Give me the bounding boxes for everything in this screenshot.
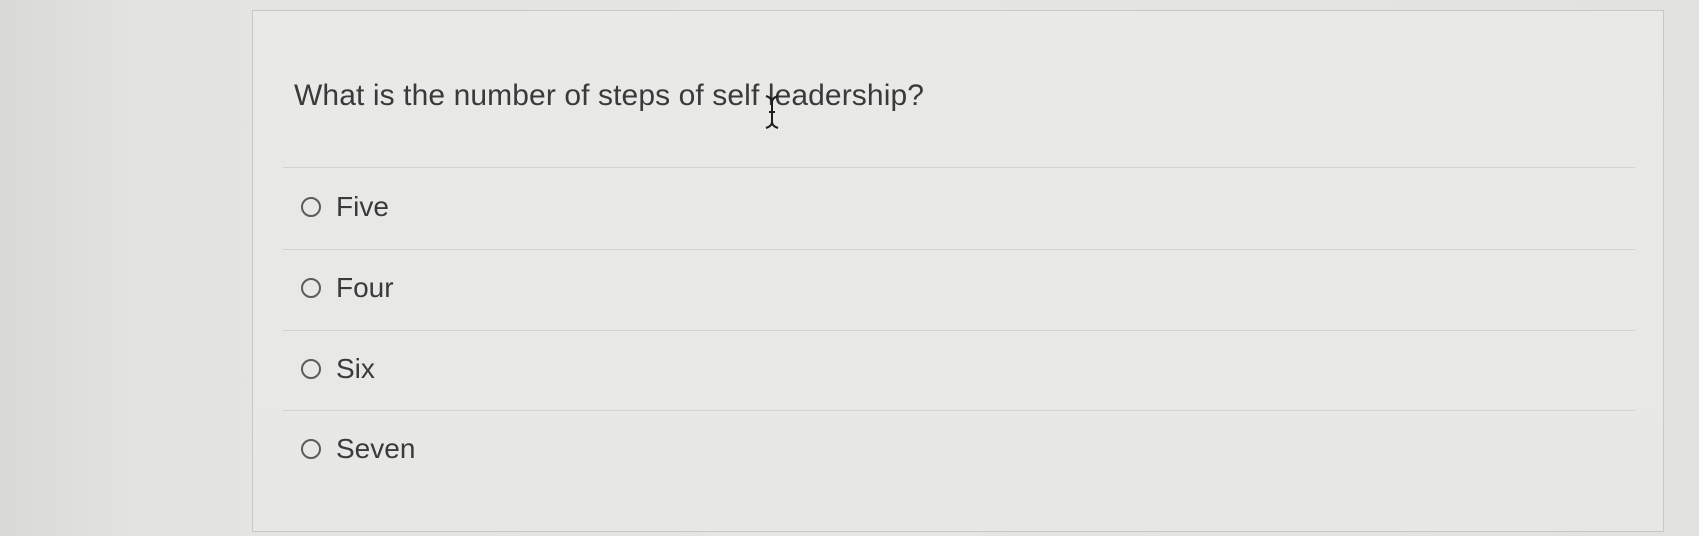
divider xyxy=(283,167,1635,168)
radio-button-icon[interactable] xyxy=(301,439,321,459)
option-seven[interactable]: Seven xyxy=(301,429,415,469)
radio-button-icon[interactable] xyxy=(301,278,321,298)
quiz-question-card: What is the number of steps of self lead… xyxy=(252,10,1664,532)
option-four[interactable]: Four xyxy=(301,268,394,308)
divider xyxy=(283,410,1635,411)
option-five[interactable]: Five xyxy=(301,187,389,227)
page: What is the number of steps of self lead… xyxy=(0,0,1699,536)
option-label: Seven xyxy=(336,433,416,464)
radio-button-icon[interactable] xyxy=(301,359,321,379)
question-text: What is the number of steps of self lead… xyxy=(294,79,925,112)
divider xyxy=(283,249,1635,250)
radio-button-icon[interactable] xyxy=(301,197,321,217)
option-label: Four xyxy=(336,272,394,303)
option-six[interactable]: Six xyxy=(301,349,375,389)
option-label: Six xyxy=(336,353,375,384)
text-cursor-icon xyxy=(765,95,779,129)
option-label: Five xyxy=(336,191,389,222)
divider xyxy=(283,330,1635,331)
